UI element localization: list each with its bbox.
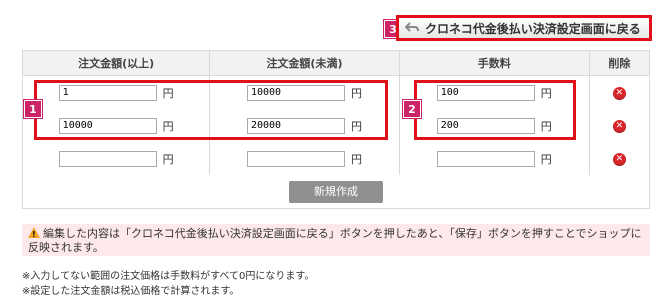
back-button-area: 3 クロネコ代金後払い決済設定画面に戻る bbox=[384, 14, 656, 44]
annotation-badge-1: 1 bbox=[24, 100, 42, 118]
highlight-amount-box bbox=[34, 80, 388, 140]
header-amount-to: 注文金額(未満) bbox=[209, 50, 400, 76]
header-fee: 手数料 bbox=[399, 50, 590, 76]
amount-to-input[interactable] bbox=[246, 150, 345, 167]
header-amount-from: 注文金額(以上) bbox=[22, 50, 211, 76]
table-header-row: 注文金額(以上) 注文金額(未満) 手数料 削除 bbox=[22, 50, 651, 76]
currency-label: 円 bbox=[350, 152, 362, 166]
delete-icon[interactable]: ✕ bbox=[612, 153, 626, 166]
currency-label: 円 bbox=[162, 152, 174, 166]
warning-icon bbox=[28, 227, 40, 242]
amount-from-input[interactable] bbox=[58, 150, 157, 167]
highlight-fee-box bbox=[414, 80, 576, 140]
create-row: 新規作成 bbox=[22, 175, 650, 209]
delete-icon[interactable]: ✕ bbox=[612, 120, 626, 133]
note-unset-range: ※入力してない範囲の注文価格は手数料がすべて0円になります。 bbox=[22, 271, 315, 282]
annotation-badge-2: 2 bbox=[403, 100, 421, 118]
fee-input[interactable] bbox=[436, 150, 535, 167]
create-new-button[interactable]: 新規作成 bbox=[289, 180, 383, 203]
note-tax-included: ※設定した注文金額は税込価格で計算されます。 bbox=[22, 286, 240, 297]
table-row: 円 円 円 ✕ bbox=[22, 142, 651, 175]
back-button-label: クロネコ代金後払い決済設定画面に戻る bbox=[425, 21, 641, 36]
back-to-settings-button[interactable]: クロネコ代金後払い決済設定画面に戻る bbox=[396, 15, 652, 41]
notice-box: 編集した内容は「クロネコ代金後払い決済設定画面に戻る」ボタンを押したあと、「保存… bbox=[22, 224, 650, 256]
currency-label: 円 bbox=[540, 152, 552, 166]
back-arrow-icon bbox=[405, 22, 419, 32]
delete-icon[interactable]: ✕ bbox=[612, 87, 626, 100]
notice-text: 編集した内容は「クロネコ代金後払い決済設定画面に戻る」ボタンを押したあと、「保存… bbox=[28, 227, 642, 254]
header-delete: 削除 bbox=[589, 50, 651, 76]
